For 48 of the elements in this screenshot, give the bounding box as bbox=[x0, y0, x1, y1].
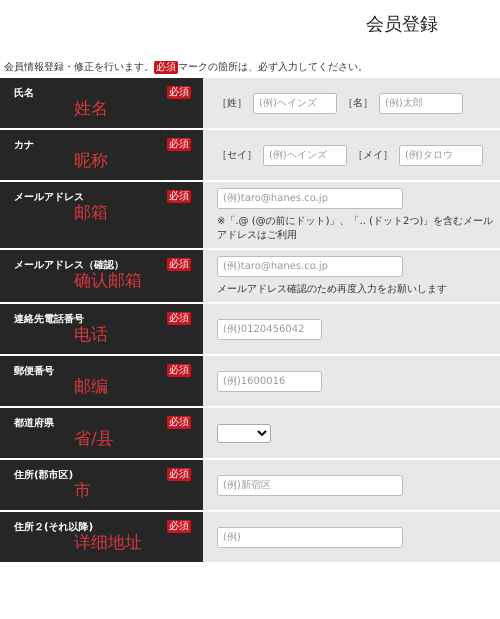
input-field[interactable]: (例)0120456042 bbox=[217, 318, 322, 340]
input-field[interactable]: (例)taro@hanes.co.jp bbox=[217, 188, 403, 209]
required-badge: 必須 bbox=[167, 258, 191, 271]
annotation-text: 姓名 bbox=[73, 100, 109, 120]
hint-text: ※「.@ (@の前にドット)」、「.. (ドット2つ)」を含むメールアドレスはご利用 bbox=[217, 214, 494, 242]
annotation-text: 昵称 bbox=[73, 152, 109, 172]
field-name: メールアドレス（確認） bbox=[14, 258, 124, 272]
required-badge: 必須 bbox=[167, 86, 191, 99]
field-name: 住所２(それ以降) bbox=[14, 520, 94, 534]
required-badge: 必須 bbox=[154, 60, 178, 74]
input-field[interactable]: (例)taro@hanes.co.jp bbox=[217, 256, 403, 277]
field-label: ［セイ］ bbox=[217, 149, 257, 162]
field-name: 連絡先電話番号 bbox=[14, 312, 84, 326]
intro-text: マークの箇所は、必ず入力してください。 bbox=[178, 60, 368, 74]
field-name: 郵便番号 bbox=[14, 364, 54, 378]
field-name: カナ bbox=[14, 139, 34, 152]
page-title: 会员登録 bbox=[365, 13, 439, 37]
annotation-text: 确认邮箱 bbox=[73, 272, 143, 292]
input-field[interactable]: (例)ヘインズ bbox=[263, 144, 347, 166]
required-badge: 必須 bbox=[167, 312, 191, 325]
input-field[interactable]: (例)ヘインズ bbox=[253, 92, 337, 114]
input-field[interactable]: (例)1600016 bbox=[217, 370, 322, 392]
annotation-text: 邮编 bbox=[73, 378, 109, 398]
field-name: メールアドレス bbox=[14, 191, 84, 204]
annotation-text: 电话 bbox=[73, 326, 109, 346]
field-name: 都道府県 bbox=[14, 416, 54, 430]
required-badge: 必須 bbox=[167, 138, 191, 151]
field-label: ［姓］ bbox=[217, 97, 247, 110]
required-badge: 必須 bbox=[167, 468, 191, 481]
annotation-text: 省/县 bbox=[73, 430, 115, 450]
intro-text: 会員情報登録・修正を行います。 bbox=[4, 60, 154, 74]
field-label: ［メイ］ bbox=[353, 149, 393, 162]
input-field[interactable]: (例) bbox=[217, 526, 403, 548]
field-name: 住所(郡市区) bbox=[14, 468, 74, 482]
required-badge: 必須 bbox=[167, 190, 191, 203]
hint-text: メールアドレス確認のため再度入力をお願いします bbox=[217, 282, 448, 296]
field-name: 氏名 bbox=[14, 86, 34, 100]
input-field[interactable]: (例)新宿区 bbox=[217, 474, 403, 496]
field-label: ［名］ bbox=[343, 97, 373, 110]
required-badge: 必須 bbox=[167, 364, 191, 377]
annotation-text: 邮箱 bbox=[73, 204, 109, 224]
input-field[interactable]: (例)太郎 bbox=[379, 92, 463, 114]
input-field[interactable]: (例)タロウ bbox=[399, 144, 483, 166]
annotation-text: 详细地址 bbox=[73, 534, 143, 554]
annotation-text: 市 bbox=[73, 482, 92, 502]
dropdown[interactable] bbox=[217, 424, 271, 442]
required-badge: 必須 bbox=[167, 416, 191, 429]
required-badge: 必須 bbox=[167, 520, 191, 533]
